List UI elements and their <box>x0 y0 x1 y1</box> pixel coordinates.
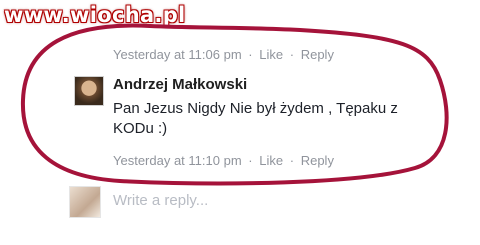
meta-separator: · <box>248 153 253 168</box>
comment-author-name[interactable]: Andrzej Małkowski <box>113 76 247 93</box>
reply-user-avatar <box>69 186 101 218</box>
previous-comment-reply-link[interactable]: Reply <box>301 47 334 62</box>
site-watermark: www.wiocha.pl <box>4 3 186 27</box>
reply-input[interactable]: Write a reply... <box>113 192 208 209</box>
comment-meta: Yesterday at 11:10 pm · Like · Reply <box>113 153 334 168</box>
author-avatar[interactable] <box>74 76 104 106</box>
meta-separator: · <box>248 47 253 62</box>
comment-reply-link[interactable]: Reply <box>301 153 334 168</box>
meta-separator: · <box>289 153 295 168</box>
comment-like-link[interactable]: Like <box>259 153 283 168</box>
comment-timestamp[interactable]: Yesterday at 11:10 pm <box>113 153 242 168</box>
previous-comment-meta: Yesterday at 11:06 pm · Like · Reply <box>113 47 334 62</box>
meta-separator: · <box>289 47 295 62</box>
previous-comment-timestamp[interactable]: Yesterday at 11:06 pm <box>113 47 242 62</box>
previous-comment-like-link[interactable]: Like <box>259 47 283 62</box>
comment-text: Pan Jezus Nigdy Nie był żydem , Tępaku z… <box>113 100 398 137</box>
